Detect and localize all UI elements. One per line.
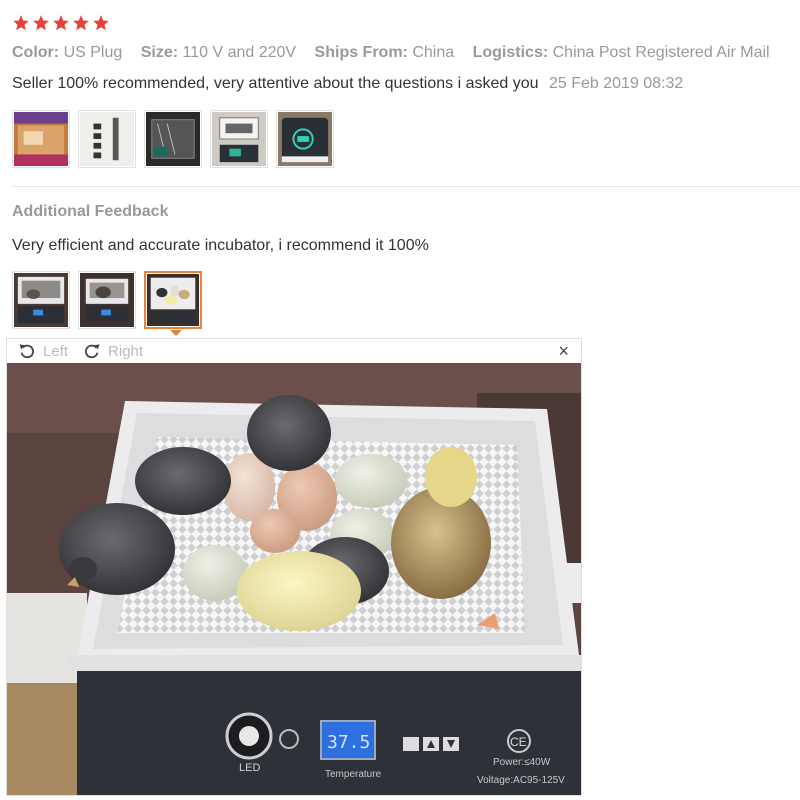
attr-label: Ships From: [314,44,408,61]
review-photo-large: LED 37.5 Temperature CE Power:≤40W Volta… [7,363,581,795]
attr-size: Size: 110 V and 220V [141,44,296,61]
additional-feedback-heading: Additional Feedback [12,203,169,220]
rotate-left-button[interactable]: Left [17,341,68,361]
additional-photo-thumb-active[interactable] [144,271,202,329]
star-icon [73,15,89,31]
svg-text:Temperature: Temperature [325,769,382,780]
attr-label: Logistics: [472,44,549,61]
review-photo-thumb[interactable] [144,110,202,168]
review-body: Seller 100% recommended, very attentive … [12,75,539,92]
attr-value: 110 V and 220V [182,44,297,61]
additional-feedback-text: Very efficient and accurate incubator, i… [12,237,429,254]
additional-photo-thumb[interactable] [12,271,70,329]
close-icon[interactable]: × [558,341,569,362]
svg-text:Voltage:AC95-125V: Voltage:AC95-125V [477,775,565,786]
viewer-toolbar: Left Right × [7,339,581,363]
star-rating [12,14,110,32]
review-photo-thumb[interactable] [12,110,70,168]
review-photo-thumb[interactable] [276,110,334,168]
photo-viewer: Left Right × LED 37.5 Temperature CE Pow… [6,338,582,796]
attr-value: US Plug [63,44,123,61]
attr-ships-from: Ships From: China [315,44,455,61]
attr-value: China [412,44,455,61]
additional-photos [12,271,202,329]
review-photo-thumb[interactable] [210,110,268,168]
svg-text:CE: CE [510,735,527,749]
rotate-left-label: Left [43,342,69,360]
rotate-right-label: Right [108,342,144,360]
rotate-right-button[interactable]: Right [82,341,143,361]
chicks-in-incubator-image: LED 37.5 Temperature CE Power:≤40W Volta… [7,363,581,795]
star-icon [93,15,109,31]
attr-label: Size: [140,44,179,61]
rotate-left-icon [19,344,35,359]
svg-text:LED: LED [239,762,260,774]
order-attributes: Color: US Plug Size: 110 V and 220V Ship… [12,44,784,62]
review-photos [12,110,334,168]
attr-value: China Post Registered Air Mail [552,44,770,61]
svg-text:Power:≤40W: Power:≤40W [493,757,551,768]
review-date: 25 Feb 2019 08:32 [548,75,684,92]
star-icon [13,15,29,31]
attr-label: Color: [12,44,60,61]
svg-text:37.5: 37.5 [327,732,370,753]
additional-photo-thumb[interactable] [78,271,136,329]
star-icon [33,15,49,31]
review-text: Seller 100% recommended, very attentive … [12,75,683,93]
star-icon [53,15,69,31]
attr-color: Color: US Plug [12,44,122,61]
attr-logistics: Logistics: China Post Registered Air Mai… [473,44,770,61]
active-thumb-caret [170,330,182,336]
rotate-right-icon [85,344,100,359]
review-photo-thumb[interactable] [78,110,136,168]
divider [12,186,800,187]
